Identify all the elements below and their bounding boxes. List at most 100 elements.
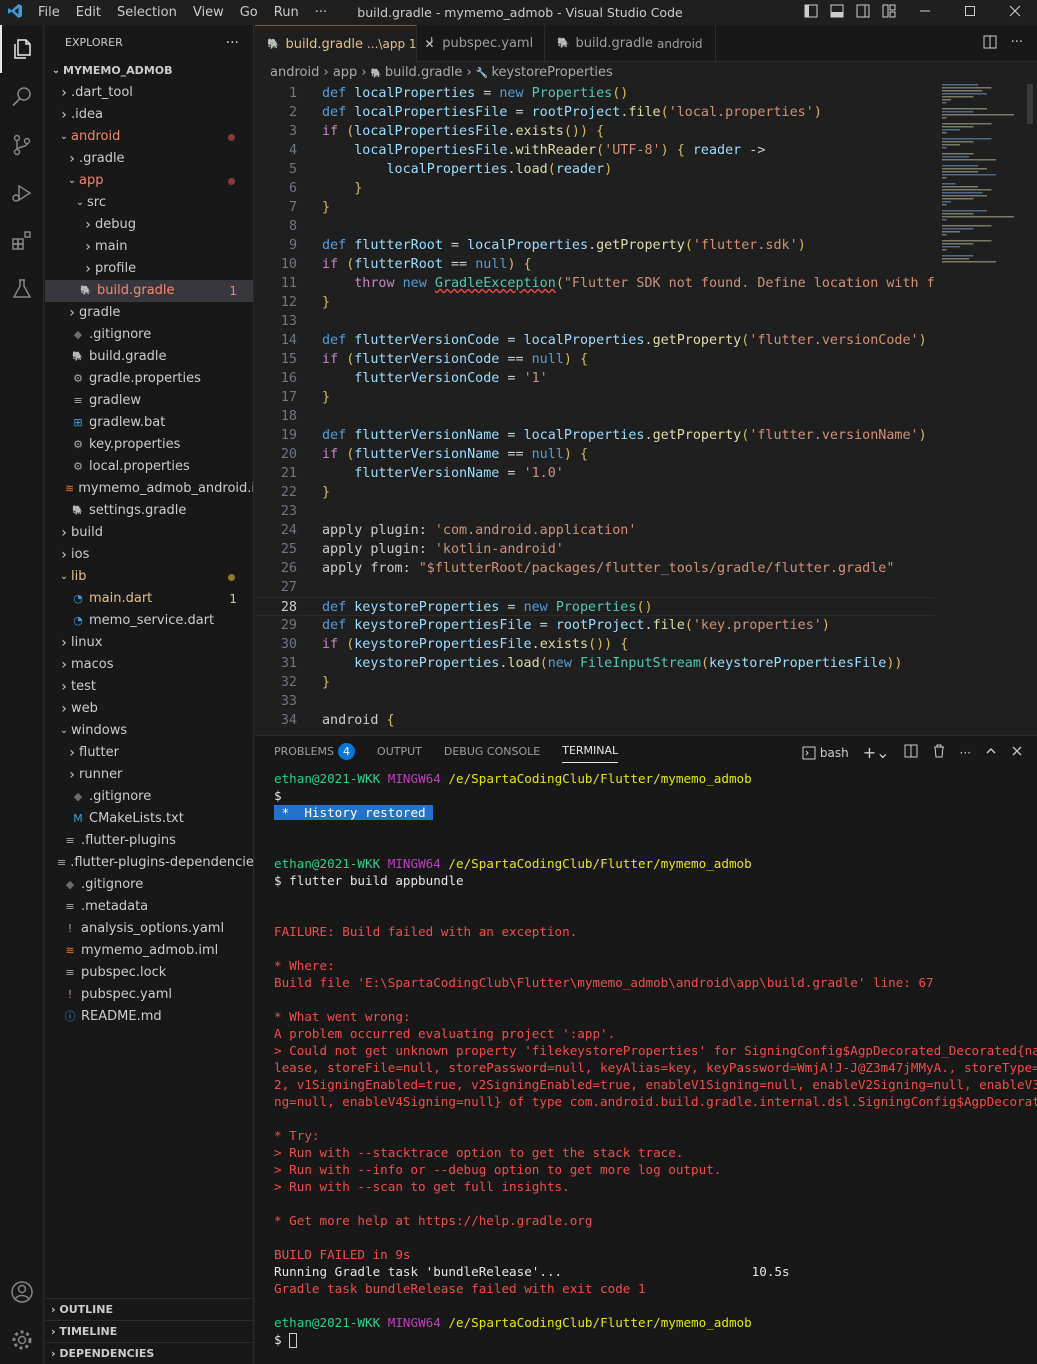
tree-item-m[interactable]: M CMakeLists.txt [45, 808, 253, 830]
panel-tab-debug-console[interactable]: DEBUG CONSOLE [444, 745, 540, 758]
testing-flask-icon[interactable] [0, 265, 43, 313]
menu-item[interactable]: Go [232, 0, 266, 25]
section-dependencies[interactable]: › DEPENDENCIES [45, 1342, 253, 1364]
terminal-shell-selector[interactable]: bash [802, 746, 849, 760]
tree-item-folder[interactable]: › build [45, 522, 253, 544]
breadcrumb-item[interactable]: app [333, 65, 357, 80]
tree-item-dart[interactable]: ◔ memo_service.dart [45, 610, 253, 632]
tree-item-rss[interactable]: ≋ mymemo_admob_android.i... [45, 478, 253, 500]
menu-item[interactable]: View [185, 0, 232, 25]
tree-item-git[interactable]: ◆ .gitignore [45, 786, 253, 808]
tree-item-win[interactable]: ⊞ gradlew.bat [45, 412, 253, 434]
text-file-icon: ≡ [65, 900, 75, 913]
tree-item-git[interactable]: ◆ .gitignore [45, 874, 253, 896]
explorer-root-folder[interactable]: ⌄ MYMEMO_ADMOB [45, 60, 253, 82]
tree-item-folder[interactable]: › flutter [45, 742, 253, 764]
breadcrumb-item[interactable]: build.gradle [385, 65, 463, 80]
tree-item-lines[interactable]: ≡ gradlew [45, 390, 253, 412]
editor-scrollbar[interactable] [1027, 84, 1033, 124]
tree-item-folder[interactable]: › web [45, 698, 253, 720]
tree-item-gradle[interactable]: 🐘 build.gradle 1 [45, 280, 253, 302]
tree-item-folder[interactable]: ⌄ app [45, 170, 253, 192]
search-icon[interactable] [0, 73, 43, 121]
tree-item-folder[interactable]: › test [45, 676, 253, 698]
new-terminal-plus-icon[interactable]: +⌄ [863, 743, 890, 762]
tree-item-folder[interactable]: › macos [45, 654, 253, 676]
accounts-icon[interactable] [0, 1268, 44, 1316]
panel-tab-terminal[interactable]: TERMINAL [562, 744, 619, 763]
editor-tab[interactable]: 🐘 build.gradle android [545, 25, 716, 62]
tree-item-folder[interactable]: › gradle [45, 302, 253, 324]
maximize-icon[interactable] [947, 5, 992, 21]
tree-item-gear[interactable]: ⚙ gradle.properties [45, 368, 253, 390]
menu-item[interactable]: Selection [109, 0, 185, 25]
explorer-icon[interactable] [0, 25, 43, 73]
tree-item-info[interactable]: ⓘ README.md [45, 1006, 253, 1028]
extensions-icon[interactable] [0, 217, 43, 265]
run-debug-icon[interactable] [0, 169, 43, 217]
tree-item-folder[interactable]: › runner [45, 764, 253, 786]
panel-tab-output[interactable]: OUTPUT [377, 745, 422, 758]
tree-item-folder[interactable]: ⌄ windows [45, 720, 253, 742]
split-editor-icon[interactable] [983, 35, 997, 53]
settings-gear-icon[interactable] [0, 1316, 44, 1364]
tree-item-lines[interactable]: ≡ .flutter-plugins [45, 830, 253, 852]
breadcrumb-item[interactable]: keystoreProperties [491, 65, 612, 80]
tree-item-excl[interactable]: ! pubspec.yaml [45, 984, 253, 1006]
split-terminal-icon[interactable] [904, 744, 918, 761]
menu-item[interactable]: ··· [307, 0, 335, 25]
tree-item-folder[interactable]: › profile [45, 258, 253, 280]
tree-item-folder[interactable]: › .idea [45, 104, 253, 126]
tree-item-git[interactable]: ◆ .gitignore [45, 324, 253, 346]
tree-item-lines[interactable]: ≡ .flutter-plugins-dependencies [45, 852, 253, 874]
status-dot [228, 178, 235, 185]
tree-item-folder[interactable]: › main [45, 236, 253, 258]
toggle-primary-sidebar-icon[interactable] [798, 4, 824, 22]
tree-item-excl[interactable]: ! analysis_options.yaml [45, 918, 253, 940]
editor-tab[interactable]: 🐘 build.gradle ...\app 1 ✕ [255, 25, 435, 62]
tree-item-gear[interactable]: ⚙ local.properties [45, 456, 253, 478]
tree-item-folder[interactable]: › .dart_tool [45, 82, 253, 104]
editor-more-actions-icon[interactable]: ··· [1011, 35, 1023, 53]
section-outline[interactable]: › OUTLINE [45, 1298, 253, 1320]
maximize-panel-chevron-up-icon[interactable] [985, 745, 997, 760]
kill-terminal-trash-icon[interactable] [932, 744, 946, 761]
minimize-icon[interactable] [902, 5, 947, 21]
close-window-icon[interactable] [992, 5, 1037, 21]
tree-item-folder[interactable]: ⌄ src [45, 192, 253, 214]
editor-tab[interactable]: ! pubspec.yaml [417, 25, 545, 62]
code-editor[interactable]: 1 def localProperties = new Properties() 2… [255, 84, 935, 735]
tree-item-folder[interactable]: › ios [45, 544, 253, 566]
menu-item[interactable]: Run [266, 0, 307, 25]
menu-item[interactable]: File [30, 0, 68, 25]
gear-icon: ⚙ [73, 438, 83, 451]
explorer-more-actions-button[interactable]: ··· [226, 35, 239, 51]
tree-item-gradle[interactable]: 🐘 settings.gradle [45, 500, 253, 522]
toggle-secondary-sidebar-icon[interactable] [850, 4, 876, 22]
tree-item-folder[interactable]: › linux [45, 632, 253, 654]
tree-item-folder[interactable]: › .gradle [45, 148, 253, 170]
section-timeline[interactable]: › TIMELINE [45, 1320, 253, 1342]
tree-item-dart[interactable]: ◔ main.dart 1 [45, 588, 253, 610]
status-dot [228, 574, 235, 581]
panel-tab-problems[interactable]: PROBLEMS 4 [274, 742, 356, 760]
source-control-icon[interactable] [0, 121, 43, 169]
menu-item[interactable]: Edit [68, 0, 109, 25]
tree-item-folder[interactable]: ⌄ lib [45, 566, 253, 588]
close-panel-icon[interactable] [1011, 745, 1023, 760]
tree-item-folder[interactable]: ⌄ android [45, 126, 253, 148]
minimap[interactable] [940, 84, 1030, 284]
tree-item-gradle[interactable]: 🐘 build.gradle [45, 346, 253, 368]
panel-more-actions-icon[interactable]: ··· [960, 746, 971, 760]
customize-layout-icon[interactable] [876, 4, 902, 22]
breadcrumb-item[interactable]: android [270, 65, 319, 80]
tree-item-rss[interactable]: ≋ mymemo_admob.iml [45, 940, 253, 962]
toggle-panel-icon[interactable] [824, 4, 850, 22]
tree-item-gear[interactable]: ⚙ key.properties [45, 434, 253, 456]
line-number: 22 [280, 485, 297, 500]
vscode-logo-icon[interactable] [0, 3, 30, 23]
tree-item-lines[interactable]: ≡ pubspec.lock [45, 962, 253, 984]
tree-item-folder[interactable]: › debug [45, 214, 253, 236]
terminal-output[interactable]: ethan@2021-WKK MINGW64 /e/SpartaCodingCl… [274, 770, 1037, 1348]
tree-item-lines[interactable]: ≡ .metadata [45, 896, 253, 918]
